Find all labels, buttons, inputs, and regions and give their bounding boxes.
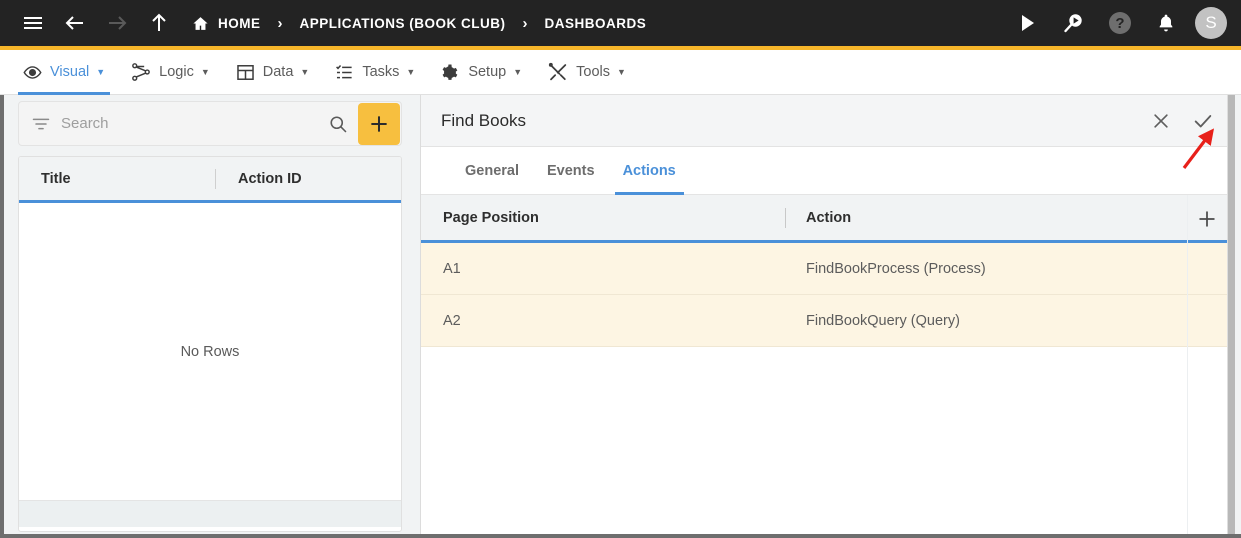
check-icon[interactable] [1182,100,1224,142]
tab-general[interactable]: General [451,147,533,195]
actions-column-action[interactable]: Action [786,210,851,226]
tab-events[interactable]: Events [533,147,609,195]
page-title: Find Books [441,110,527,130]
left-panel: Title Action ID No Rows [4,99,416,534]
user-avatar[interactable]: S [1195,7,1227,39]
help-icon[interactable]: ? [1097,0,1143,46]
actions-column-divider [1187,195,1188,538]
table-row[interactable]: A2 FindBookQuery (Query) [421,295,1234,347]
grid-footer [19,500,401,527]
menu-item-tasks[interactable]: Tasks ▼ [322,50,428,95]
gear-icon [441,63,460,82]
search-run-icon[interactable] [1051,0,1097,46]
window-bottom-edge [0,534,1241,538]
search-icon[interactable] [318,114,358,134]
menu-item-logic-label: Logic [159,64,194,80]
forward-arrow-icon[interactable] [96,0,138,46]
nodes-icon [131,62,151,82]
breadcrumb-applications[interactable]: APPLICATIONS (BOOK CLUB) [300,0,506,46]
scrollbar-thumb[interactable] [1228,95,1235,538]
checklist-icon [335,63,354,82]
right-panel: Find Books General Events Actions Page P… [420,95,1235,538]
app-root: HOME › APPLICATIONS (BOOK CLUB) › DASHBO… [0,0,1241,538]
cell-page-position: A1 [443,260,461,277]
hamburger-menu-icon[interactable] [12,0,54,46]
menu-item-logic[interactable]: Logic ▼ [118,50,223,95]
chevron-down-icon: ▼ [406,67,416,77]
menu-item-tools-label: Tools [576,64,610,80]
menu-item-setup-label: Setup [468,64,507,80]
table-row[interactable]: A1 FindBookProcess (Process) [421,243,1234,295]
chevron-down-icon: ▼ [617,67,626,77]
menu-item-visual-label: Visual [50,64,90,80]
menu-item-tools[interactable]: Tools ▼ [535,50,639,95]
dashboards-grid: Title Action ID No Rows [18,156,402,532]
chevron-down-icon: ▼ [513,67,523,77]
actions-column-page-position[interactable]: Page Position [421,210,785,226]
vertical-scrollbar[interactable] [1227,95,1235,538]
detail-header-actions [1140,95,1224,147]
filter-icon[interactable] [19,114,61,134]
breadcrumb-dashboards[interactable]: DASHBOARDS [545,0,647,46]
breadcrumb-separator-1: › [277,14,283,32]
back-arrow-icon[interactable] [54,0,96,46]
breadcrumb-home-label: HOME [218,15,261,31]
workspace: Title Action ID No Rows Find Books [0,95,1241,538]
bell-icon[interactable] [1143,0,1189,46]
grid-body: No Rows [19,203,401,500]
menu-item-data[interactable]: Data ▼ [223,50,323,95]
topbar-right-actions: ? S [1005,0,1231,46]
grid-column-title[interactable]: Title [19,171,215,187]
table-icon [236,63,255,82]
detail-tabs: General Events Actions [421,147,1234,195]
detail-header: Find Books [421,95,1234,147]
add-record-button[interactable] [358,102,400,145]
no-rows-message: No Rows [180,343,240,360]
menu-item-visual[interactable]: Visual ▼ [10,50,118,95]
actions-grid: Page Position Action A1 FindBookProcess … [421,195,1234,538]
chevron-down-icon: ▼ [96,67,106,77]
cell-page-position: A2 [443,312,461,329]
help-question-glyph: ? [1109,12,1131,34]
grid-header-row: Title Action ID [19,157,401,203]
main-menu-bar: Visual ▼ Logic ▼ Data ▼ Tasks ▼ Setup ▼ … [0,50,1241,135]
breadcrumb-home[interactable]: HOME [186,0,261,46]
cell-action: FindBookQuery (Query) [806,312,960,329]
menu-item-setup[interactable]: Setup ▼ [428,50,535,95]
breadcrumb-separator-2: › [522,14,528,32]
search-input[interactable] [61,115,318,132]
menu-item-tasks-label: Tasks [362,64,400,80]
grid-column-action-id[interactable]: Action ID [216,171,302,187]
chevron-down-icon: ▼ [300,67,310,77]
tools-icon [548,62,568,82]
search-bar [18,101,402,146]
play-icon[interactable] [1005,0,1051,46]
window-left-edge [0,95,4,538]
close-icon[interactable] [1140,100,1182,142]
cell-action: FindBookProcess (Process) [806,260,986,277]
chevron-down-icon: ▼ [200,67,210,77]
top-navigation-bar: HOME › APPLICATIONS (BOOK CLUB) › DASHBO… [0,0,1241,46]
home-icon [192,15,209,32]
eye-icon [23,63,42,82]
menu-item-data-label: Data [262,64,294,80]
up-arrow-icon[interactable] [138,0,180,46]
tab-actions[interactable]: Actions [609,147,690,195]
actions-header-row: Page Position Action [421,195,1234,243]
